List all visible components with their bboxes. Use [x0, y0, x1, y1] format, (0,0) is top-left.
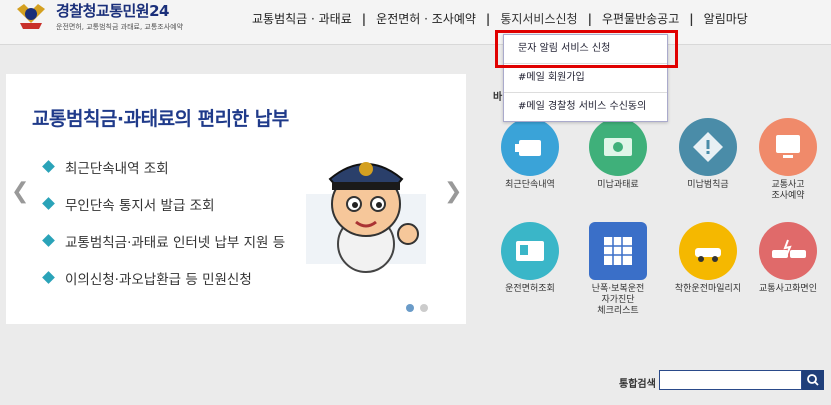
- diamond-icon: [42, 197, 55, 210]
- computer-icon: [759, 118, 817, 176]
- icon-label: 교통사고화면인: [759, 284, 817, 294]
- icon-label: 운전면허조회: [505, 284, 555, 294]
- diamond-icon: [42, 160, 55, 173]
- dropdown-item-email-signup[interactable]: #메일 회원가입: [504, 64, 667, 93]
- nav-returned-mail[interactable]: 우편물반송공고: [594, 10, 687, 27]
- carousel-dot[interactable]: [420, 304, 428, 312]
- carousel-dots: [406, 304, 428, 312]
- banner-bullet: 무인단속 통지서 발급 조회: [42, 185, 285, 222]
- quick-good-driving-mileage[interactable]: 착한운전마일리지: [668, 222, 748, 295]
- quick-recent-enforcement[interactable]: 최근단속내역: [490, 118, 570, 191]
- id-card-icon: [501, 222, 559, 280]
- crash-icon: [759, 222, 817, 280]
- banner-title: 교통범칙금·과태료의 편리한 납부: [32, 108, 289, 130]
- dropdown-item-email-consent[interactable]: #메일 경찰청 서비스 수신동의: [504, 93, 667, 121]
- nav-license[interactable]: 운전면허 · 조사예약: [368, 10, 484, 27]
- logo-title-b: 교통민원24: [95, 2, 170, 20]
- nav-notice[interactable]: 알림마당: [696, 10, 756, 27]
- site-logo[interactable]: 경찰청교통민원24 운전면허, 교통범칙금 과태료, 교통조사예약: [14, 0, 183, 32]
- carousel-dot[interactable]: [406, 304, 414, 312]
- nav-separator: |: [485, 11, 491, 26]
- quick-license-inquiry[interactable]: 운전면허조회: [490, 222, 570, 295]
- icon-label: 착한운전마일리지: [674, 284, 742, 294]
- nav-separator: |: [689, 11, 694, 26]
- police-mascot-image: [306, 162, 426, 273]
- banner-bullet: 이의신청·과오납환급 등 민원신청: [42, 259, 285, 296]
- top-bar: 경찰청교통민원24 운전면허, 교통범칙금 과태료, 교통조사예약 교통범칙금 …: [0, 0, 831, 45]
- icon-label: 미납범칙금: [687, 180, 729, 190]
- carousel-prev-icon[interactable]: ❮: [11, 179, 29, 204]
- search-input[interactable]: [659, 370, 802, 390]
- main-nav: 교통범칙금 · 과태료 | 운전면허 · 조사예약 | 통지서비스신청 | 우편…: [244, 10, 756, 27]
- banner-bullet: 교통범칙금·과태료 인터넷 납부 지원 등: [42, 222, 285, 259]
- quick-reckless-driving-checklist[interactable]: 난폭·보복운전 자가진단 체크리스트: [578, 222, 658, 317]
- search-icon: [807, 374, 819, 386]
- main-banner: 교통범칙금·과태료의 편리한 납부 최근단속내역 조회 무인단속 통지서 발급 …: [6, 74, 466, 324]
- police-emblem-icon: [17, 4, 45, 29]
- carousel-next-icon[interactable]: ❯: [444, 179, 462, 204]
- money-icon: [589, 118, 647, 176]
- banner-bullet: 최근단속내역 조회: [42, 148, 285, 185]
- logo-title-a: 경찰청: [56, 2, 96, 20]
- camera-icon: [501, 118, 559, 176]
- diamond-icon: [42, 271, 55, 284]
- search-button[interactable]: [802, 370, 824, 390]
- icon-label: 난폭·보복운전 자가진단 체크리스트: [591, 284, 645, 316]
- quick-menu-label: 바: [493, 92, 503, 103]
- quick-unpaid-fines[interactable]: 미납과태료: [578, 118, 658, 191]
- nav-separator: |: [361, 11, 367, 26]
- quick-accident-screen[interactable]: 교통사고화면인: [748, 222, 828, 295]
- warning-icon: [679, 118, 737, 176]
- diamond-icon: [42, 234, 55, 247]
- quick-unpaid-penalty[interactable]: 미납범칙금: [668, 118, 748, 191]
- search-label: 통합검색: [619, 379, 656, 390]
- car-icon: [679, 222, 737, 280]
- quick-accident-reservation[interactable]: 교통사고 조사예약: [748, 118, 828, 202]
- logo-subtitle: 운전면허, 교통범칙금 과태료, 교통조사예약: [56, 23, 184, 31]
- banner-bullets: 최근단속내역 조회 무인단속 통지서 발급 조회 교통범칙금·과태료 인터넷 납…: [42, 148, 285, 296]
- icon-label: 교통사고 조사예약: [771, 180, 805, 201]
- nav-notification[interactable]: 통지서비스신청: [492, 10, 585, 27]
- nav-fines[interactable]: 교통범칙금 · 과태료: [244, 10, 360, 27]
- icon-label: 미납과태료: [597, 180, 639, 190]
- nav-separator: |: [587, 11, 592, 26]
- icon-label: 최근단속내역: [505, 180, 555, 190]
- calendar-icon: [589, 222, 647, 280]
- highlight-annotation: [495, 30, 678, 68]
